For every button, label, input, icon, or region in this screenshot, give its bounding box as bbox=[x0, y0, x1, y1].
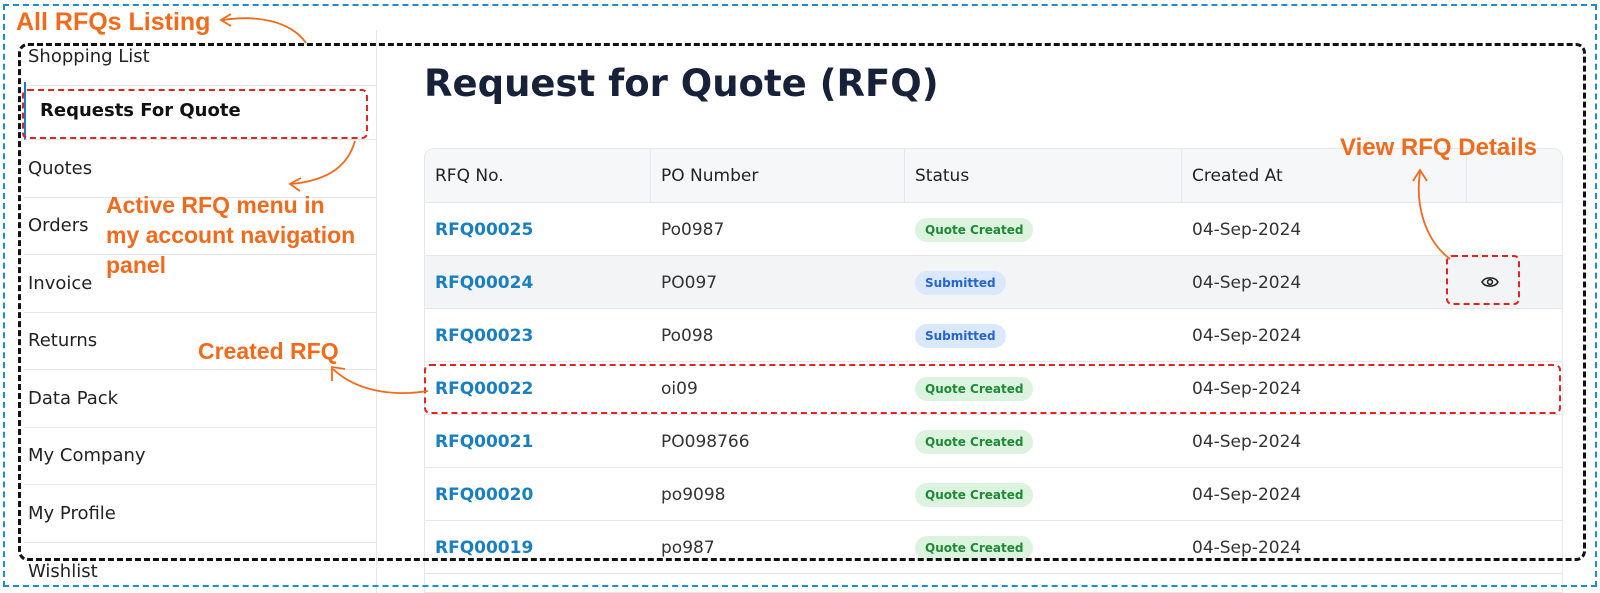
annotation-line: Active RFQ menu in bbox=[106, 192, 325, 218]
annotation-line: my account navigation bbox=[106, 222, 356, 248]
annotation-active-menu: Active RFQ menu in my account navigation… bbox=[106, 190, 355, 280]
annotation-all-rfqs: All RFQs Listing bbox=[16, 8, 211, 36]
view-details-highlight-box bbox=[1446, 255, 1520, 305]
active-menu-highlight-box bbox=[22, 89, 368, 139]
annotation-view-details: View RFQ Details bbox=[1340, 134, 1537, 161]
created-rfq-highlight-box bbox=[424, 364, 1561, 414]
annotation-line: panel bbox=[106, 252, 167, 278]
annotation-created-rfq: Created RFQ bbox=[198, 338, 339, 364]
